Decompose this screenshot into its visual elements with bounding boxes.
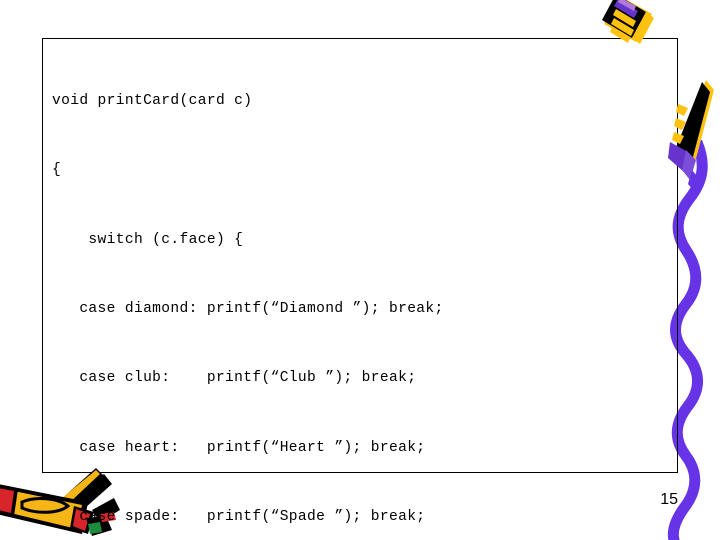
code-line: void printCard(card c) xyxy=(52,93,253,110)
code-line: case spade: printf(“Spade ”); break; xyxy=(52,508,426,525)
code-line: case heart: printf(“Heart ”); break; xyxy=(52,439,426,456)
page-number: 15 xyxy=(660,491,678,508)
slide-canvas: void printCard(card c) { switch (c.face)… xyxy=(0,0,720,540)
code-listing: void printCard(card c) { switch (c.face)… xyxy=(52,44,712,540)
code-line: case club: printf(“Club ”); break; xyxy=(52,370,417,387)
code-line: { xyxy=(52,162,62,179)
code-line: switch (c.face) { xyxy=(52,231,244,248)
code-line: case diamond: printf(“Diamond ”); break; xyxy=(52,301,444,318)
